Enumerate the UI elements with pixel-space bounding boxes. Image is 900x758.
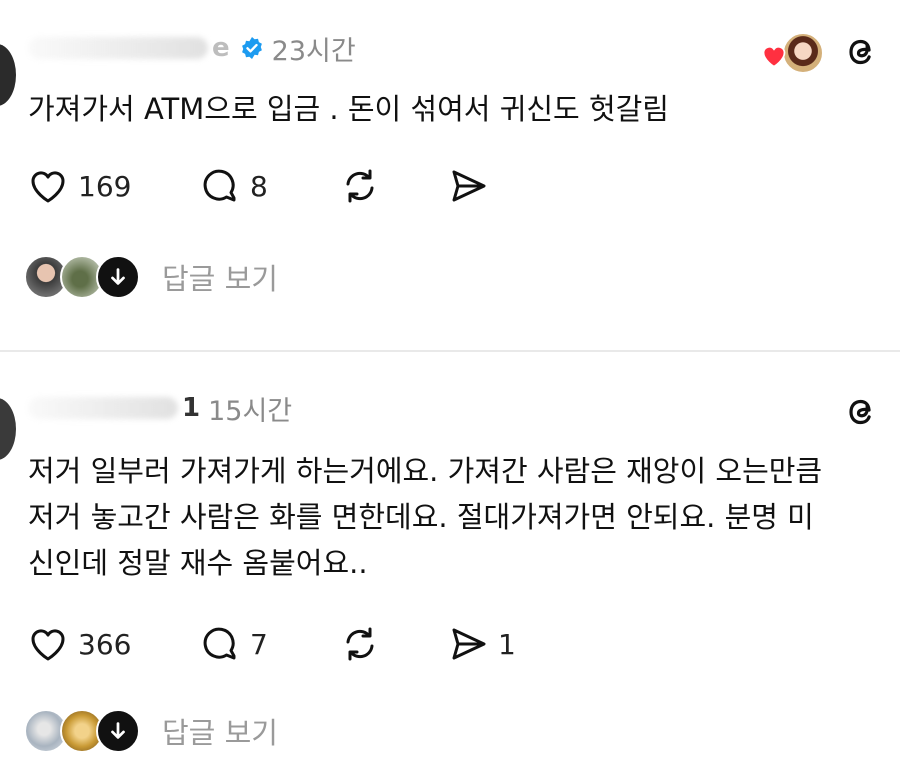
view-replies-label[interactable]: 답글 보기 xyxy=(162,710,278,752)
threads-logo-icon[interactable] xyxy=(842,32,882,72)
post-actions: 366 7 1 xyxy=(26,620,566,668)
reply-count: 8 xyxy=(250,169,268,203)
reply-button[interactable]: 8 xyxy=(198,162,338,210)
heart-icon xyxy=(762,45,786,68)
share-send-icon xyxy=(452,628,486,660)
author-liked-indicator xyxy=(760,32,824,74)
expand-replies[interactable] xyxy=(96,255,140,299)
post-text: 저거 일부러 가져가게 하는거에요. 가져간 사람은 재앙이 오는만큼 저거 놓… xyxy=(28,448,880,586)
reply-button[interactable]: 7 xyxy=(198,620,338,668)
author-avatar[interactable] xyxy=(0,398,16,460)
arrow-down-icon xyxy=(111,268,125,285)
post-header-right xyxy=(842,392,882,432)
post-time: 15시간 xyxy=(208,395,293,427)
like-button[interactable]: 169 xyxy=(26,162,198,210)
verified-badge-icon xyxy=(241,37,262,59)
heart-icon xyxy=(31,171,65,203)
view-replies-row[interactable]: 답글 보기 xyxy=(24,709,278,753)
repost-button[interactable] xyxy=(338,162,446,210)
like-button[interactable]: 366 xyxy=(26,620,198,668)
share-button[interactable] xyxy=(446,162,566,210)
post-time: 23시간 xyxy=(271,35,356,67)
post-text-line: 저거 일부러 가져가게 하는거에요. 가져간 사람은 재앙이 오는만큼 xyxy=(28,454,823,488)
post-text: 가져가서 ATM으로 입금 . 돈이 섞여서 귀신도 헛갈림 xyxy=(28,92,669,126)
view-replies-label[interactable]: 답글 보기 xyxy=(162,256,278,298)
like-count: 169 xyxy=(78,169,132,203)
arrow-down-icon xyxy=(111,722,125,739)
expand-replies[interactable] xyxy=(96,709,140,753)
repost-icon xyxy=(346,169,374,203)
post-text-line: 신인데 정말 재수 옴붙어요.. xyxy=(28,546,368,580)
post-header: 1 15시간 xyxy=(28,388,292,428)
reply-avatars xyxy=(24,255,142,299)
view-replies-row[interactable]: 답글 보기 xyxy=(24,255,278,299)
username-suffix[interactable]: 1 xyxy=(182,393,200,423)
thread-post-1: e 23시간 가져가서 ATM으로 입금 . 돈이 섞여서 귀신도 헛갈림 16… xyxy=(0,0,900,350)
username-suffix[interactable]: e xyxy=(212,33,230,63)
post-actions: 169 8 xyxy=(26,162,566,210)
comment-bubble-icon xyxy=(203,169,236,202)
author-avatar[interactable] xyxy=(0,44,16,106)
repost-icon xyxy=(346,627,374,661)
heart-icon xyxy=(31,629,65,661)
username-redacted[interactable] xyxy=(28,397,178,419)
comment-bubble-icon xyxy=(203,627,236,660)
post-text-line: 저거 놓고간 사람은 화를 면한데요. 절대가져가면 안되요. 분명 미 xyxy=(28,500,814,534)
reply-avatars xyxy=(24,709,142,753)
repost-button[interactable] xyxy=(338,620,446,668)
username-redacted[interactable] xyxy=(28,37,208,59)
thread-post-2: 1 15시간 저거 일부러 가져가게 하는거에요. 가져간 사람은 재앙이 오는… xyxy=(0,352,900,758)
like-count: 366 xyxy=(78,627,132,661)
post-header-right xyxy=(760,32,882,74)
author-liked-avatar xyxy=(782,32,824,74)
share-button[interactable]: 1 xyxy=(446,620,566,668)
share-count: 1 xyxy=(498,627,516,661)
reply-count: 7 xyxy=(250,627,268,661)
post-header: e 23시간 xyxy=(28,28,356,68)
share-send-icon xyxy=(452,170,486,202)
threads-logo-icon[interactable] xyxy=(842,392,882,432)
